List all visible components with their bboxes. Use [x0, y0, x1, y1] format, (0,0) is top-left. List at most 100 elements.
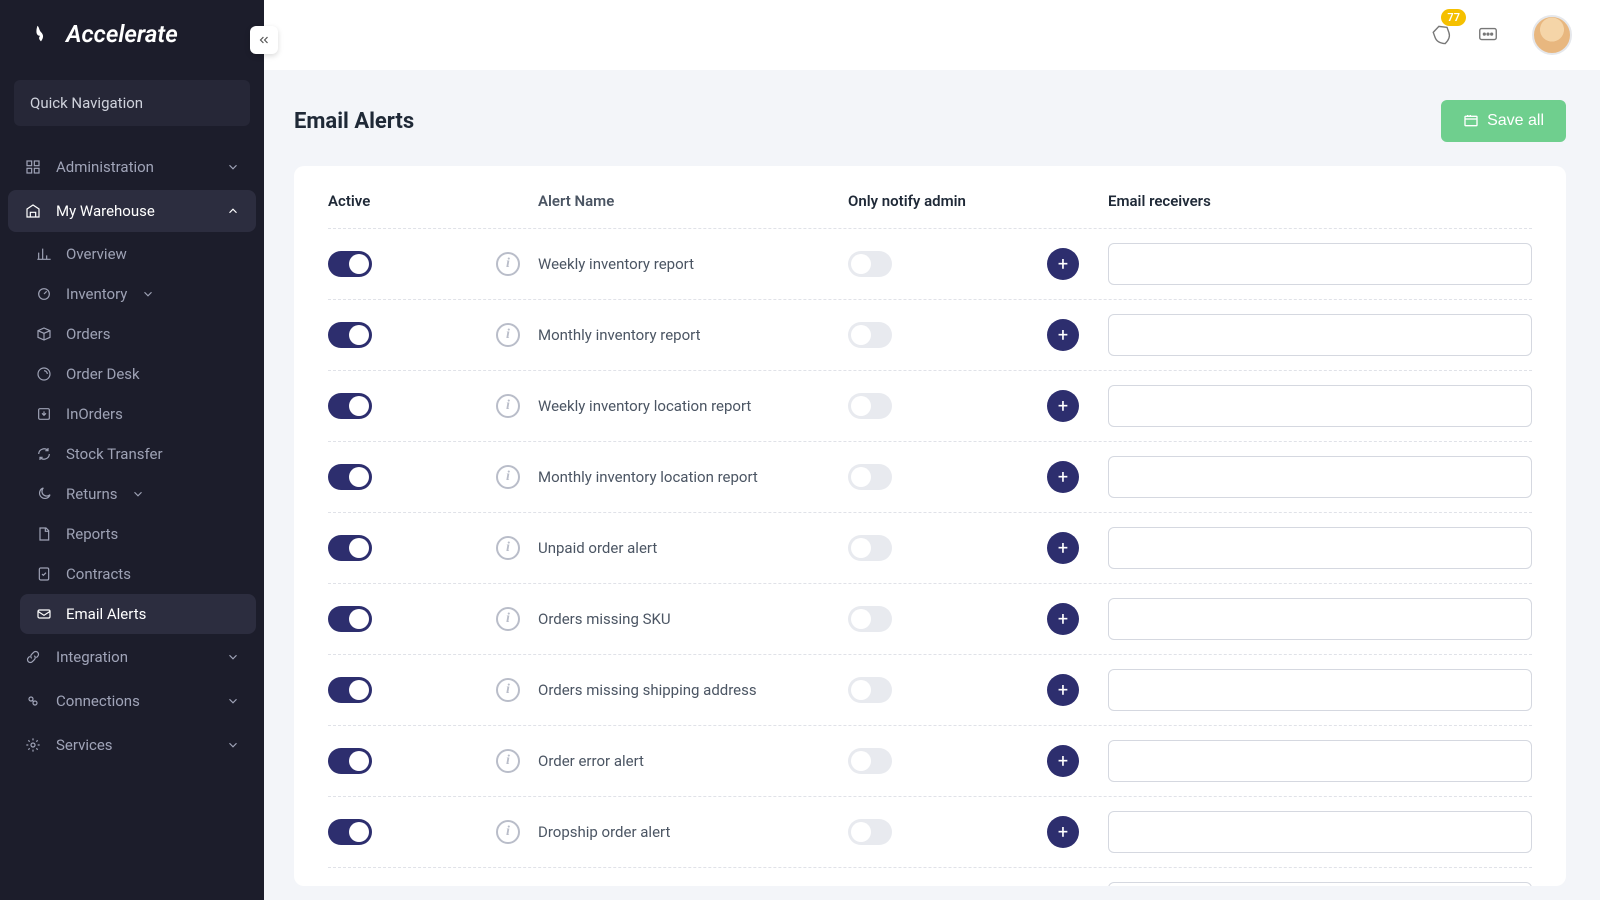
sidebar-subitem-orders[interactable]: Orders — [20, 314, 256, 354]
only-admin-toggle[interactable] — [848, 535, 892, 561]
brand: Accelerate — [0, 0, 264, 76]
save-all-button[interactable]: Save all — [1441, 100, 1566, 142]
chevron-down-icon — [226, 694, 240, 708]
info-icon[interactable]: i — [496, 820, 520, 844]
sidebar-item-administration[interactable]: Administration — [8, 146, 256, 188]
info-icon[interactable]: i — [496, 607, 520, 631]
only-admin-toggle[interactable] — [848, 464, 892, 490]
chevron-down-icon — [226, 738, 240, 752]
sidebar-subitem-returns[interactable]: Returns — [20, 474, 256, 514]
sidebar-item-connections[interactable]: Connections — [8, 680, 256, 722]
sidebar-item-label: Connections — [56, 692, 212, 710]
table-header: Active Alert Name Only notify admin Emai… — [328, 192, 1532, 228]
add-receiver-button[interactable]: + — [1047, 461, 1079, 493]
only-admin-toggle[interactable] — [848, 606, 892, 632]
table-row: i Monthly inventory report + — [328, 299, 1532, 370]
email-receivers-input[interactable] — [1108, 385, 1532, 427]
sidebar-item-label: My Warehouse — [56, 202, 212, 220]
main-nav: Administration My Warehouse Overview Inv… — [0, 144, 264, 768]
alert-name: Weekly inventory report — [538, 255, 848, 273]
add-receiver-button[interactable]: + — [1047, 816, 1079, 848]
sidebar-collapse-button[interactable] — [250, 26, 278, 54]
active-toggle[interactable] — [328, 819, 372, 845]
email-receivers-input[interactable] — [1108, 669, 1532, 711]
sidebar-subitem-order-desk[interactable]: Order Desk — [20, 354, 256, 394]
email-receivers-input[interactable] — [1108, 811, 1532, 853]
info-icon[interactable]: i — [496, 252, 520, 276]
add-receiver-button[interactable]: + — [1047, 532, 1079, 564]
email-receivers-input[interactable] — [1108, 598, 1532, 640]
sidebar-item-my-warehouse[interactable]: My Warehouse — [8, 190, 256, 232]
brand-logo-icon — [28, 21, 54, 47]
topbar: 77 — [264, 0, 1600, 70]
email-receivers-input[interactable] — [1108, 882, 1532, 886]
only-admin-toggle[interactable] — [848, 322, 892, 348]
active-toggle[interactable] — [328, 393, 372, 419]
sidebar-subitem-stock-transfer[interactable]: Stock Transfer — [20, 434, 256, 474]
alerts-card: Active Alert Name Only notify admin Emai… — [294, 166, 1566, 886]
grid-icon — [24, 158, 42, 176]
only-admin-toggle[interactable] — [848, 819, 892, 845]
sidebar-subitem-reports[interactable]: Reports — [20, 514, 256, 554]
notifications-button[interactable]: 77 — [1430, 23, 1454, 47]
table-row: i Weekly order report + — [328, 867, 1532, 886]
email-receivers-input[interactable] — [1108, 243, 1532, 285]
only-admin-toggle[interactable] — [848, 748, 892, 774]
email-receivers-input[interactable] — [1108, 456, 1532, 498]
sidebar-item-services[interactable]: Services — [8, 724, 256, 766]
moon-icon — [36, 486, 52, 502]
active-toggle[interactable] — [328, 535, 372, 561]
sidebar-subitem-overview[interactable]: Overview — [20, 234, 256, 274]
active-toggle[interactable] — [328, 748, 372, 774]
warehouse-icon — [24, 202, 42, 220]
info-icon[interactable]: i — [496, 394, 520, 418]
info-icon[interactable]: i — [496, 323, 520, 347]
email-receivers-input[interactable] — [1108, 314, 1532, 356]
mail-icon — [36, 606, 52, 622]
add-receiver-button[interactable]: + — [1047, 319, 1079, 351]
active-toggle[interactable] — [328, 606, 372, 632]
quick-navigation[interactable]: Quick Navigation — [14, 80, 250, 126]
active-toggle[interactable] — [328, 322, 372, 348]
only-admin-toggle[interactable] — [848, 677, 892, 703]
only-admin-toggle[interactable] — [848, 393, 892, 419]
sidebar-item-label: Reports — [66, 525, 118, 543]
add-receiver-button[interactable]: + — [1047, 745, 1079, 777]
only-admin-toggle[interactable] — [848, 251, 892, 277]
sidebar-subitem-email-alerts[interactable]: Email Alerts — [20, 594, 256, 634]
table-row: i Weekly inventory report + — [328, 228, 1532, 299]
sidebar-item-label: Email Alerts — [66, 605, 146, 623]
add-receiver-button[interactable]: + — [1047, 603, 1079, 635]
email-receivers-input[interactable] — [1108, 527, 1532, 569]
col-name: Alert Name — [538, 192, 848, 210]
info-icon[interactable]: i — [496, 536, 520, 560]
sidebar-item-integration[interactable]: Integration — [8, 636, 256, 678]
avatar[interactable] — [1532, 15, 1572, 55]
alert-name: Orders missing shipping address — [538, 681, 848, 699]
add-receiver-button[interactable]: + — [1047, 248, 1079, 280]
sidebar-subitem-inventory[interactable]: Inventory — [20, 274, 256, 314]
messages-button[interactable] — [1476, 23, 1500, 47]
active-toggle[interactable] — [328, 677, 372, 703]
sidebar-subitem-contracts[interactable]: Contracts — [20, 554, 256, 594]
info-icon[interactable]: i — [496, 465, 520, 489]
info-icon[interactable]: i — [496, 678, 520, 702]
table-row: i Dropship order alert + — [328, 796, 1532, 867]
in-icon — [36, 406, 52, 422]
sidebar-item-label: Contracts — [66, 565, 131, 583]
active-toggle[interactable] — [328, 251, 372, 277]
file-icon — [36, 526, 52, 542]
plug-icon — [24, 692, 42, 710]
alert-name: Weekly inventory location report — [538, 397, 848, 415]
gauge-icon — [36, 286, 52, 302]
active-toggle[interactable] — [328, 464, 372, 490]
info-icon[interactable]: i — [496, 749, 520, 773]
table-row: i Orders missing shipping address + — [328, 654, 1532, 725]
add-receiver-button[interactable]: + — [1047, 390, 1079, 422]
sidebar-subitem-inorders[interactable]: InOrders — [20, 394, 256, 434]
col-active: Active — [328, 192, 478, 210]
add-receiver-button[interactable]: + — [1047, 674, 1079, 706]
chevron-down-icon — [141, 287, 155, 301]
sync-icon — [36, 446, 52, 462]
email-receivers-input[interactable] — [1108, 740, 1532, 782]
